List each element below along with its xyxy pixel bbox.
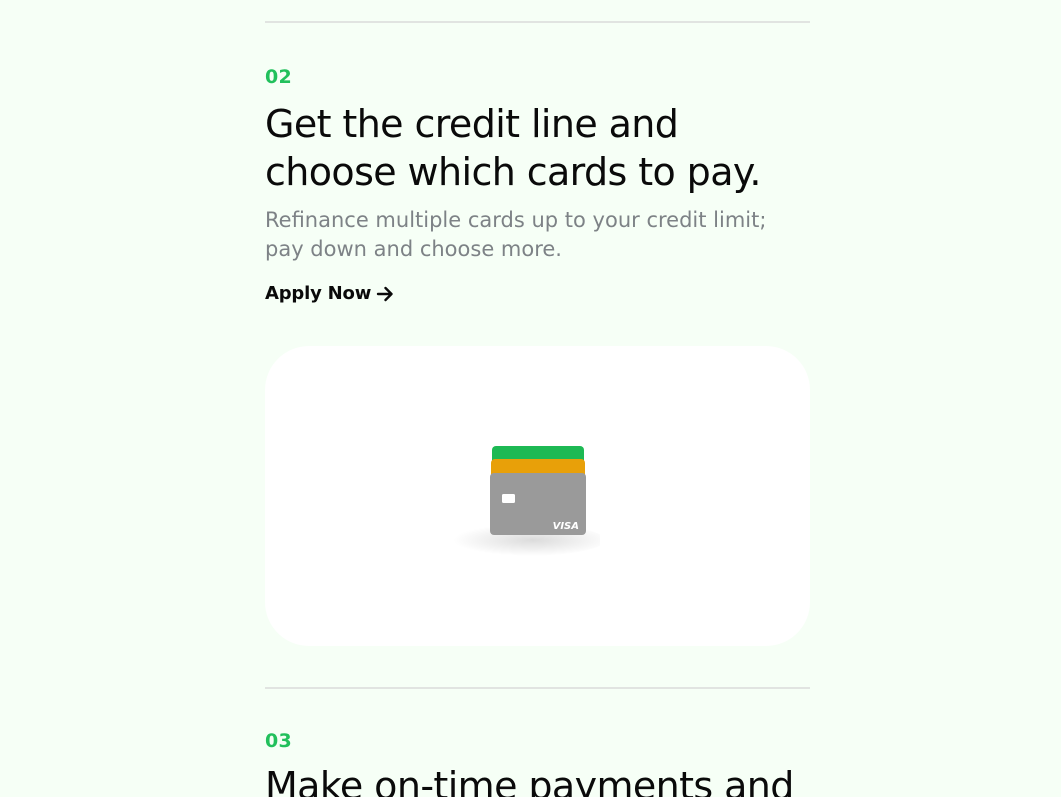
headline-line-1: Get the credit line and — [265, 102, 679, 146]
section-divider — [265, 687, 810, 689]
apply-now-link[interactable]: Apply Now — [265, 283, 395, 304]
step-number: 02 — [265, 66, 293, 88]
step-headline: Make on-time payments and — [265, 762, 825, 797]
visa-logo: VISA — [553, 521, 579, 532]
headline-line-2: choose which cards to pay. — [265, 150, 761, 194]
section-divider — [265, 21, 810, 23]
step-number: 03 — [265, 730, 293, 752]
step-headline: Get the credit line and choose which car… — [265, 100, 825, 196]
step-description: Refinance multiple cards up to your cred… — [265, 206, 805, 264]
card-stack: VISA — [445, 446, 600, 556]
description-line-2: pay down and choose more. — [265, 237, 562, 261]
description-line-1: Refinance multiple cards up to your cred… — [265, 208, 767, 232]
apply-now-label: Apply Now — [265, 283, 372, 304]
page: 02 Get the credit line and choose which … — [0, 0, 1061, 797]
arrow-right-icon — [375, 284, 395, 304]
headline-line-1: Make on-time payments and — [265, 764, 794, 797]
card-chip — [502, 494, 515, 503]
credit-cards-illustration: VISA — [265, 346, 810, 646]
